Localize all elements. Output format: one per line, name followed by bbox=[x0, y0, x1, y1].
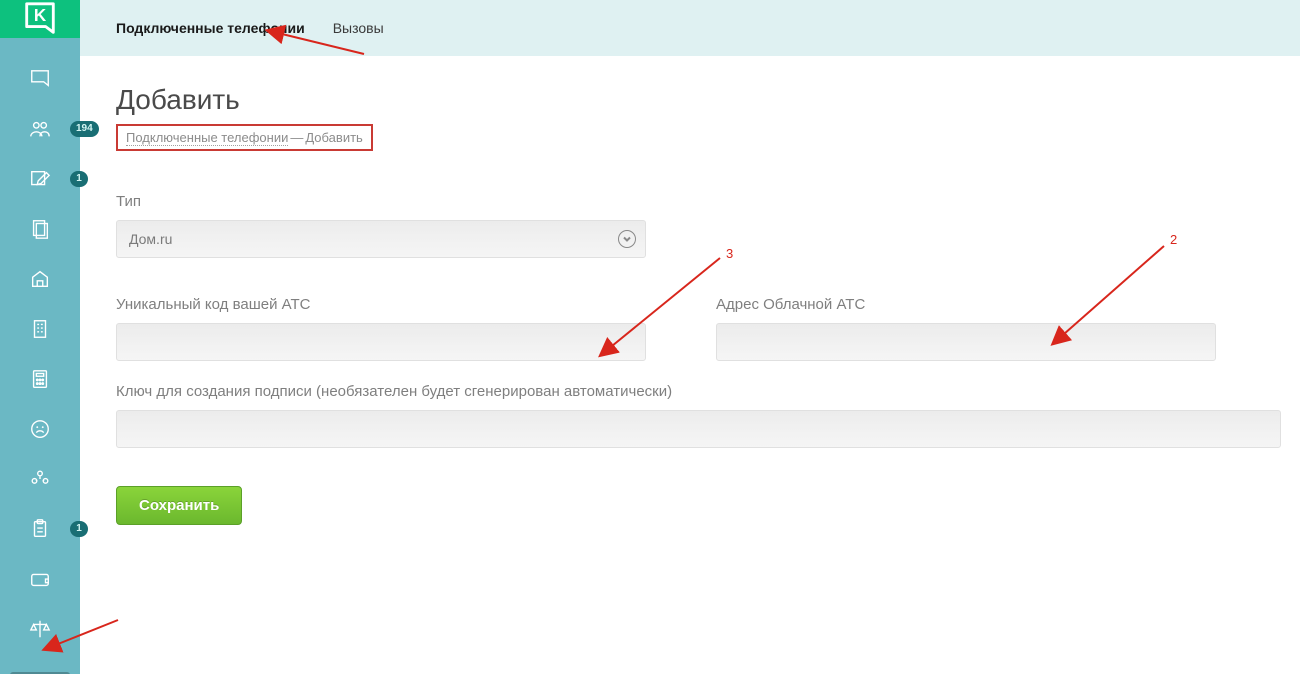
breadcrumb: Подключенные телефонии—Добавить bbox=[116, 124, 373, 151]
sidebar-item-edit[interactable]: 1 bbox=[10, 166, 70, 192]
sidebar-item-flag[interactable] bbox=[10, 66, 70, 92]
input-ats-code[interactable] bbox=[116, 323, 646, 361]
sidebar-item-face[interactable] bbox=[10, 416, 70, 442]
sidebar-item-estate[interactable] bbox=[10, 266, 70, 292]
breadcrumb-current: Добавить bbox=[305, 130, 362, 145]
save-button[interactable]: Сохранить bbox=[116, 486, 242, 525]
logo[interactable]: K bbox=[0, 0, 80, 38]
svg-text:K: K bbox=[34, 6, 47, 25]
sidebar-item-calculator[interactable] bbox=[10, 366, 70, 392]
label-cloud-addr: Адрес Облачной АТС bbox=[716, 296, 1216, 313]
sidebar-item-docs[interactable] bbox=[10, 216, 70, 242]
sidebar-item-building[interactable] bbox=[10, 316, 70, 342]
select-type[interactable]: Дом.ru bbox=[116, 220, 646, 258]
page-title: Добавить bbox=[116, 84, 1264, 116]
label-type: Тип bbox=[116, 193, 1264, 210]
sidebar: K 194 1 bbox=[0, 0, 80, 674]
sidebar-item-users[interactable]: 194 bbox=[10, 116, 70, 142]
input-cloud-addr[interactable] bbox=[716, 323, 1216, 361]
logo-icon: K bbox=[21, 0, 59, 38]
select-type-value: Дом.ru bbox=[129, 231, 172, 247]
topbar: Подключенные телефонии Вызовы bbox=[80, 0, 1300, 56]
sidebar-item-clipboard[interactable]: 1 bbox=[10, 516, 70, 542]
main: Подключенные телефонии Вызовы Добавить П… bbox=[80, 0, 1300, 674]
tab-connected-telephony[interactable]: Подключенные телефонии bbox=[116, 20, 305, 36]
tab-calls[interactable]: Вызовы bbox=[333, 20, 384, 36]
sidebar-item-wallet[interactable] bbox=[10, 566, 70, 592]
breadcrumb-sep: — bbox=[290, 130, 303, 145]
sidebar-item-scales[interactable] bbox=[10, 616, 70, 642]
label-signature-key: Ключ для создания подписи (необязателен … bbox=[116, 383, 1264, 400]
input-signature-key[interactable] bbox=[116, 410, 1281, 448]
sidebar-item-team[interactable] bbox=[10, 466, 70, 492]
breadcrumb-link[interactable]: Подключенные телефонии bbox=[126, 130, 288, 146]
label-ats-code: Уникальный код вашей АТС bbox=[116, 296, 646, 313]
chevron-down-icon bbox=[618, 230, 636, 248]
